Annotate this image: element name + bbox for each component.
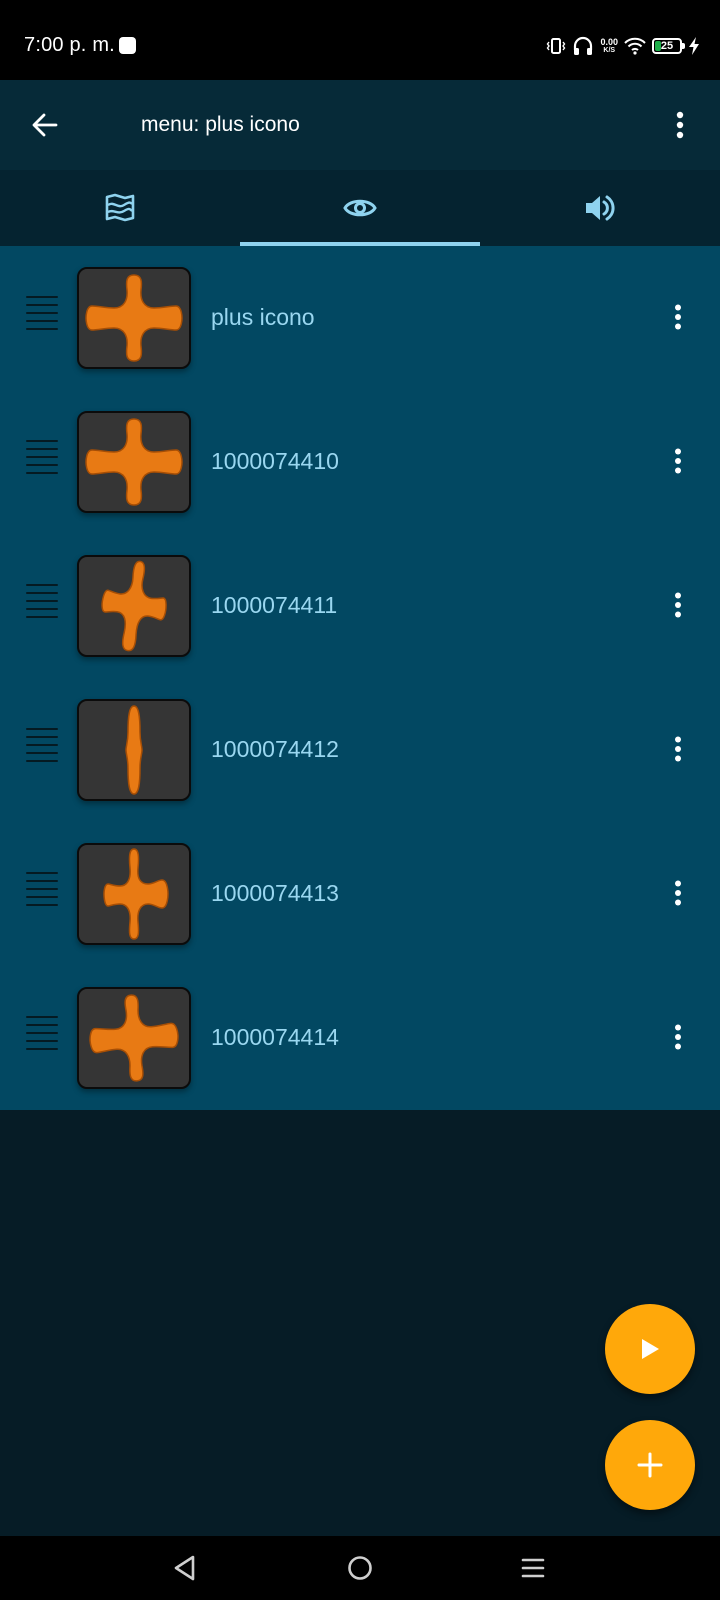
drag-handle-icon[interactable]: [26, 1016, 58, 1050]
item-label: 1000074410: [211, 448, 339, 474]
list-item[interactable]: 1000074413: [0, 822, 720, 966]
nav-recents-button[interactable]: [511, 1546, 555, 1590]
more-vertical-icon: [675, 1024, 681, 1050]
cross-thumbnail: [77, 411, 191, 513]
nav-back-button[interactable]: [163, 1546, 207, 1590]
frame-list: plus icono 1000074410 1000074411 1000074…: [0, 246, 720, 1110]
more-vertical-icon: [676, 111, 684, 139]
more-vertical-icon: [675, 880, 681, 906]
net-speed: 0.00 K/S: [600, 37, 618, 55]
screen: 7:00 p. m. 0.00 K/S 25 menu: plus icono …: [0, 0, 720, 1600]
item-label: 1000074412: [211, 736, 339, 762]
status-bar: 7:00 p. m. 0.00 K/S 25: [0, 0, 720, 80]
back-triangle-icon: [174, 1555, 195, 1581]
item-menu-button[interactable]: [660, 868, 696, 918]
recents-menu-icon: [521, 1558, 545, 1578]
item-label: 1000074411: [211, 592, 338, 618]
cross-thumbnail: [77, 267, 191, 369]
more-vertical-icon: [675, 304, 681, 330]
charging-icon: [688, 37, 700, 55]
list-item[interactable]: plus icono: [0, 246, 720, 390]
drag-handle-icon[interactable]: [26, 728, 58, 762]
list-item[interactable]: 1000074410: [0, 390, 720, 534]
volume-icon: [586, 195, 615, 221]
nav-home-button[interactable]: [338, 1546, 382, 1590]
drag-handle-icon[interactable]: [26, 296, 58, 330]
map-icon: [105, 193, 135, 222]
net-speed-value: 0.00: [600, 37, 618, 47]
overflow-menu-button[interactable]: [658, 100, 702, 150]
net-speed-unit: K/S: [603, 47, 616, 54]
battery-icon: 25: [652, 38, 685, 54]
tab-sound[interactable]: [480, 170, 720, 246]
item-menu-button[interactable]: [660, 292, 696, 342]
battery-level: 25: [660, 40, 674, 52]
more-vertical-icon: [675, 592, 681, 618]
item-label: 1000074414: [211, 1024, 339, 1050]
item-label: 1000074413: [211, 880, 339, 906]
item-menu-button[interactable]: [660, 436, 696, 486]
home-circle-icon: [348, 1556, 372, 1580]
item-menu-button[interactable]: [660, 1012, 696, 1062]
list-item[interactable]: 1000074412: [0, 678, 720, 822]
system-nav-bar: [0, 1536, 720, 1600]
play-icon: [642, 1339, 659, 1359]
eye-icon: [343, 199, 377, 217]
tab-map[interactable]: [0, 170, 240, 246]
add-frame-button[interactable]: [605, 1420, 695, 1510]
plus-icon: [637, 1452, 663, 1478]
cross-thumbnail: [77, 843, 191, 945]
item-menu-button[interactable]: [660, 580, 696, 630]
more-vertical-icon: [675, 736, 681, 762]
drag-handle-icon[interactable]: [26, 584, 58, 618]
page-title: menu: plus icono: [141, 113, 300, 136]
cross-thumbnail: [77, 987, 191, 1089]
more-vertical-icon: [675, 448, 681, 474]
list-item[interactable]: 1000074411: [0, 534, 720, 678]
item-label: plus icono: [211, 304, 315, 330]
notification-icon: [119, 37, 136, 54]
tab-bar: [0, 170, 720, 246]
play-button[interactable]: [605, 1304, 695, 1394]
cross-thumbnail: [77, 699, 191, 801]
app-bar: menu: plus icono: [0, 80, 720, 170]
cross-thumbnail: [77, 555, 191, 657]
vibrate-icon: [546, 36, 566, 56]
wifi-icon: [624, 37, 646, 55]
status-time: 7:00 p. m.: [24, 34, 115, 56]
arrow-left-icon: [32, 113, 58, 137]
drag-handle-icon[interactable]: [26, 440, 58, 474]
status-icons: 0.00 K/S 25: [546, 34, 700, 58]
list-item[interactable]: 1000074414: [0, 966, 720, 1110]
tab-view[interactable]: [240, 170, 480, 246]
back-button[interactable]: [20, 100, 70, 150]
drag-handle-icon[interactable]: [26, 872, 58, 906]
item-menu-button[interactable]: [660, 724, 696, 774]
headphones-icon: [572, 36, 594, 56]
